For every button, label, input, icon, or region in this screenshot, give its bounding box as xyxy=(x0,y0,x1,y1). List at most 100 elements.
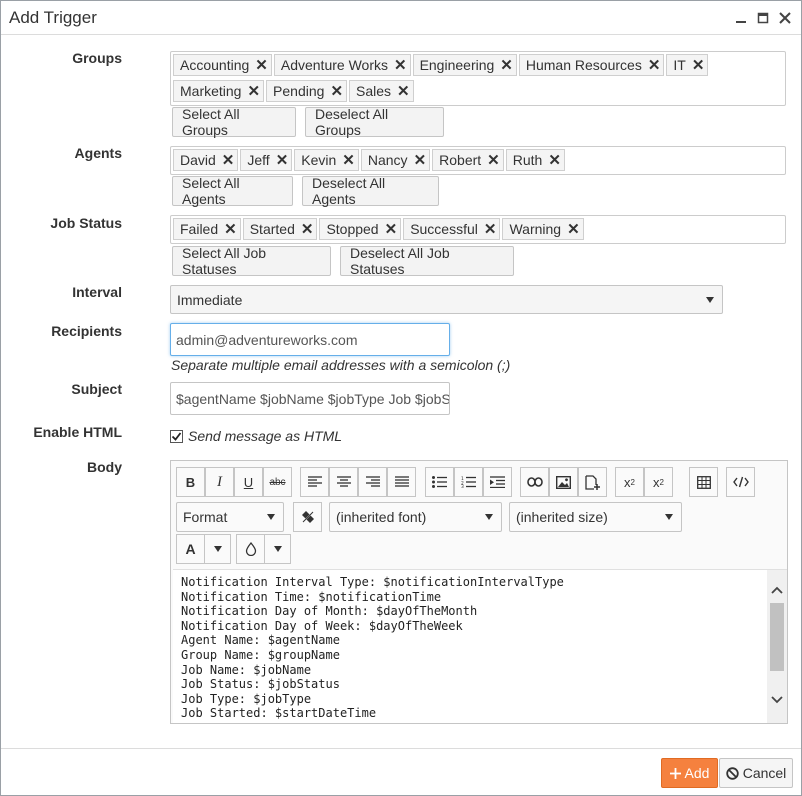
interval-value: Immediate xyxy=(177,291,243,308)
background-color-dropdown[interactable] xyxy=(264,534,291,564)
remove-icon[interactable]: ✕ xyxy=(342,151,355,169)
chevron-down-icon xyxy=(665,514,673,520)
numbered-list-button[interactable]: 123 xyxy=(454,467,483,497)
groups-tag-input[interactable]: Accounting ✕ Adventure Works ✕ Engineering ✕ H… xyxy=(170,51,786,106)
chevron-down-icon xyxy=(213,546,222,552)
insert-file-button[interactable] xyxy=(578,467,607,497)
remove-icon[interactable]: ✕ xyxy=(301,220,314,238)
remove-icon[interactable]: ✕ xyxy=(484,220,497,238)
file-add-icon xyxy=(585,474,600,490)
body-scrollbar[interactable] xyxy=(767,570,787,723)
remove-icon[interactable]: ✕ xyxy=(385,220,398,238)
remove-icon[interactable]: ✕ xyxy=(394,56,407,74)
minimize-icon[interactable] xyxy=(733,9,749,27)
agents-tag-input[interactable]: David ✕ Jeff ✕ Kevin ✕ Nancy ✕ Robert ✕ Ruth ✕ xyxy=(170,146,786,175)
remove-icon[interactable]: ✕ xyxy=(222,151,235,169)
remove-icon[interactable]: ✕ xyxy=(414,151,427,169)
remove-icon[interactable]: ✕ xyxy=(567,220,580,238)
agent-tag-label: Robert xyxy=(439,152,482,168)
remove-icon[interactable]: ✕ xyxy=(548,151,561,169)
remove-icon[interactable]: ✕ xyxy=(224,220,237,238)
remove-icon[interactable]: ✕ xyxy=(487,151,500,169)
underline-button[interactable]: U xyxy=(234,467,263,497)
bullet-list-button[interactable] xyxy=(425,467,454,497)
group-tag: Sales ✕ xyxy=(349,80,414,102)
scroll-down-icon[interactable] xyxy=(771,694,783,706)
job-status-tag-input[interactable]: Failed ✕ Started ✕ Stopped ✕ Successful ✕ Warnin… xyxy=(170,215,786,244)
remove-icon[interactable]: ✕ xyxy=(692,56,705,74)
subscript-button[interactable]: x2 xyxy=(615,467,644,497)
maximize-icon[interactable] xyxy=(755,9,771,27)
group-tag-label: Marketing xyxy=(180,83,242,99)
remove-icon[interactable]: ✕ xyxy=(330,82,343,100)
select-all-groups-button[interactable]: Select All Groups xyxy=(172,106,296,138)
indent-button[interactable] xyxy=(483,467,512,497)
enable-html-checkbox[interactable] xyxy=(170,429,183,443)
body-content-area[interactable]: Notification Interval Type: $notificatio… xyxy=(173,569,787,723)
recipients-label: Recipients xyxy=(51,323,122,339)
agent-tag: Jeff ✕ xyxy=(240,149,293,171)
body-editor: B I U abc 123 x 2 x 2 Format (inherited … xyxy=(170,460,788,724)
superscript-button[interactable]: x2 xyxy=(644,467,673,497)
select-all-agents-button[interactable]: Select All Agents xyxy=(172,175,293,207)
chevron-down-icon xyxy=(267,514,275,520)
insert-table-button[interactable] xyxy=(689,467,718,497)
view-html-button[interactable] xyxy=(726,467,755,497)
font-color-button[interactable]: A xyxy=(176,534,205,564)
font-family-select[interactable]: (inherited font) xyxy=(329,502,502,532)
add-button-label: Add xyxy=(684,765,710,781)
job-status-tag-label: Warning xyxy=(509,221,562,237)
align-left-button[interactable] xyxy=(300,467,329,497)
scroll-up-icon[interactable] xyxy=(771,584,783,596)
scrollbar-thumb[interactable] xyxy=(770,603,784,671)
remove-icon[interactable]: ✕ xyxy=(397,82,410,100)
remove-icon[interactable]: ✕ xyxy=(276,151,289,169)
interval-label: Interval xyxy=(72,284,122,300)
align-center-button[interactable] xyxy=(329,467,358,497)
interval-select[interactable]: Immediate xyxy=(170,285,723,314)
font-size-select[interactable]: (inherited size) xyxy=(509,502,682,532)
cancel-button[interactable]: Cancel xyxy=(719,758,793,788)
chevron-down-icon xyxy=(706,296,714,303)
font-color-label: A xyxy=(185,541,196,557)
group-tag-label: Sales xyxy=(356,83,392,99)
remove-icon[interactable]: ✕ xyxy=(255,56,268,74)
italic-button[interactable]: I xyxy=(205,467,234,497)
subject-value: $agentName $jobName $jobType Job $jobS xyxy=(176,390,450,407)
deselect-all-agents-button[interactable]: Deselect All Agents xyxy=(302,175,439,207)
justify-button[interactable] xyxy=(387,467,416,497)
select-all-job-statuses-button[interactable]: Select All Job Statuses xyxy=(172,245,331,277)
deselect-all-groups-button[interactable]: Deselect All Groups xyxy=(305,106,444,138)
recipients-input[interactable]: admin@adventureworks.com xyxy=(170,323,450,356)
bold-button[interactable]: B xyxy=(176,467,205,497)
clear-formatting-button[interactable] xyxy=(293,502,322,532)
code-icon xyxy=(732,476,749,488)
background-color-button[interactable] xyxy=(236,534,265,564)
align-right-button[interactable] xyxy=(358,467,387,497)
footer-divider xyxy=(1,748,801,749)
remove-icon[interactable]: ✕ xyxy=(648,56,661,74)
group-tag-label: Adventure Works xyxy=(280,57,388,73)
insert-image-button[interactable] xyxy=(549,467,578,497)
title-bar: Add Trigger xyxy=(1,1,801,35)
indent-icon xyxy=(490,476,505,488)
strikethrough-button[interactable]: abc xyxy=(263,467,292,497)
subject-input[interactable]: $agentName $jobName $jobType Job $jobS xyxy=(170,382,450,415)
deselect-all-job-statuses-button[interactable]: Deselect All Job Statuses xyxy=(340,245,514,277)
remove-icon[interactable]: ✕ xyxy=(500,56,513,74)
remove-icon[interactable]: ✕ xyxy=(247,82,260,100)
agent-tag: Kevin ✕ xyxy=(294,149,359,171)
chevron-down-icon xyxy=(485,514,493,520)
group-tag: Pending ✕ xyxy=(266,80,348,102)
add-button[interactable]: Add xyxy=(661,758,718,788)
job-status-tag: Failed ✕ xyxy=(173,218,241,240)
format-select[interactable]: Format xyxy=(176,502,284,532)
justify-icon xyxy=(394,476,409,487)
font-color-dropdown[interactable] xyxy=(204,534,231,564)
job-status-tag: Successful ✕ xyxy=(403,218,501,240)
agent-tag: Nancy ✕ xyxy=(360,149,431,171)
insert-link-button[interactable] xyxy=(520,467,549,497)
align-center-icon xyxy=(336,476,351,487)
enable-html-label: Enable HTML xyxy=(33,424,122,440)
close-icon[interactable] xyxy=(777,9,793,27)
